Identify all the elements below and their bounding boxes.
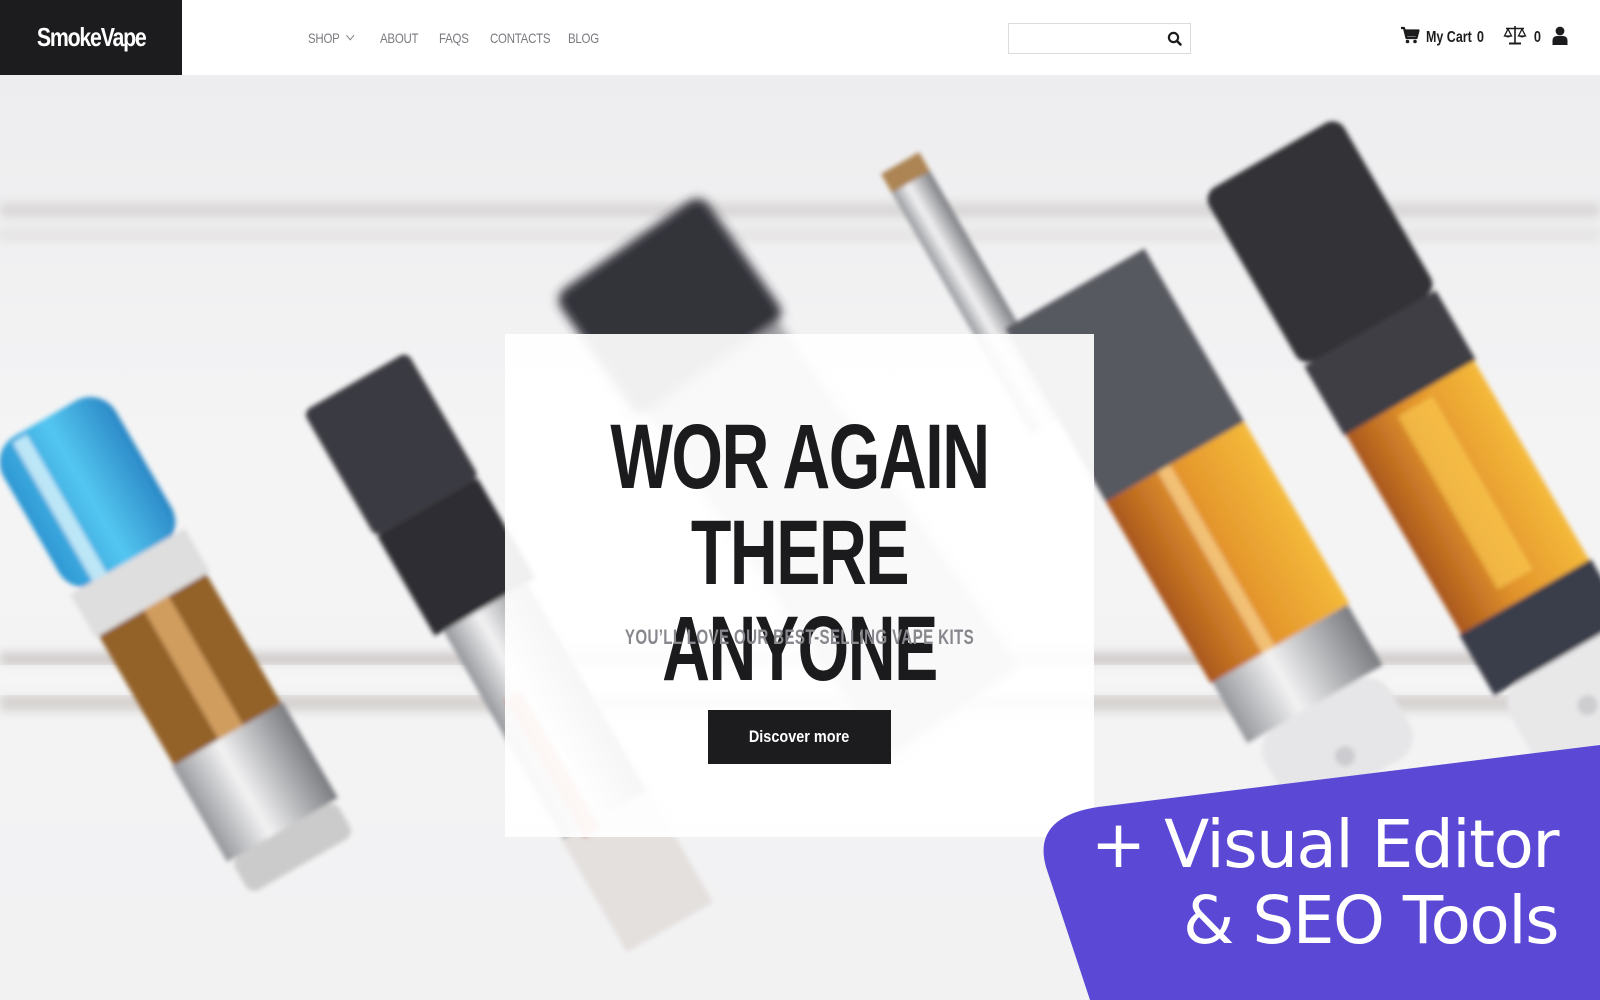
hero-headline: WOR AGAIN THERE ANYONE <box>505 409 1094 697</box>
nav-item-shop[interactable]: SHOP <box>308 29 355 46</box>
header-utilities: My Cart 0 0 <box>1400 0 1569 75</box>
search-input[interactable] <box>1009 24 1159 53</box>
hero-subheadline-text: YOU’LL LOVE OUR BEST-SELLING VAPE KITS <box>624 626 975 649</box>
logo[interactable]: SmokeVape <box>0 0 182 75</box>
chevron-down-icon <box>346 30 355 41</box>
nav-item-label: ABOUT <box>380 29 419 46</box>
logo-text: SmokeVape <box>36 22 147 52</box>
promo-line-2: & SEO Tools <box>1182 882 1560 959</box>
nav-item-about[interactable]: ABOUT <box>380 29 419 46</box>
nav-item-contacts[interactable]: CONTACTS <box>490 29 551 46</box>
account-link[interactable] <box>1552 26 1568 50</box>
main-nav: SHOP ABOUT FAQS CONTACTS BLOG <box>308 0 618 75</box>
hero-content-card: WOR AGAIN THERE ANYONE YOU’LL LOVE OUR B… <box>505 334 1094 837</box>
nav-item-label: BLOG <box>568 29 599 46</box>
discover-more-label: Discover more <box>749 727 850 746</box>
headline-line-1: WOR AGAIN <box>610 406 990 508</box>
promo-line-1: + Visual Editor <box>1090 806 1560 883</box>
search-box <box>1008 23 1191 54</box>
cart-count: 0 <box>1477 28 1485 46</box>
user-icon <box>1552 26 1568 50</box>
site-header: SmokeVape SHOP ABOUT FAQS CONTACTS BLOG … <box>0 0 1600 75</box>
discover-more-button[interactable]: Discover more <box>708 710 891 764</box>
cart-icon <box>1400 26 1420 49</box>
nav-item-blog[interactable]: BLOG <box>568 30 599 46</box>
cart-link[interactable]: My Cart 0 <box>1400 26 1486 49</box>
hero-subheadline: YOU’LL LOVE OUR BEST-SELLING VAPE KITS <box>505 626 1094 650</box>
search-icon[interactable] <box>1166 30 1184 48</box>
nav-item-faqs[interactable]: FAQS <box>439 30 469 46</box>
promo-badge: + Visual Editor & SEO Tools <box>1040 745 1600 1000</box>
headline-line-2: THERE ANYONE <box>662 502 938 700</box>
nav-item-label: CONTACTS <box>490 29 551 46</box>
scales-icon <box>1503 25 1527 50</box>
compare-count: 0 <box>1533 28 1542 46</box>
cart-label: My Cart <box>1425 28 1472 46</box>
compare-link[interactable]: 0 <box>1503 25 1542 50</box>
nav-item-label: FAQS <box>439 29 469 46</box>
nav-item-label: SHOP <box>308 29 340 46</box>
